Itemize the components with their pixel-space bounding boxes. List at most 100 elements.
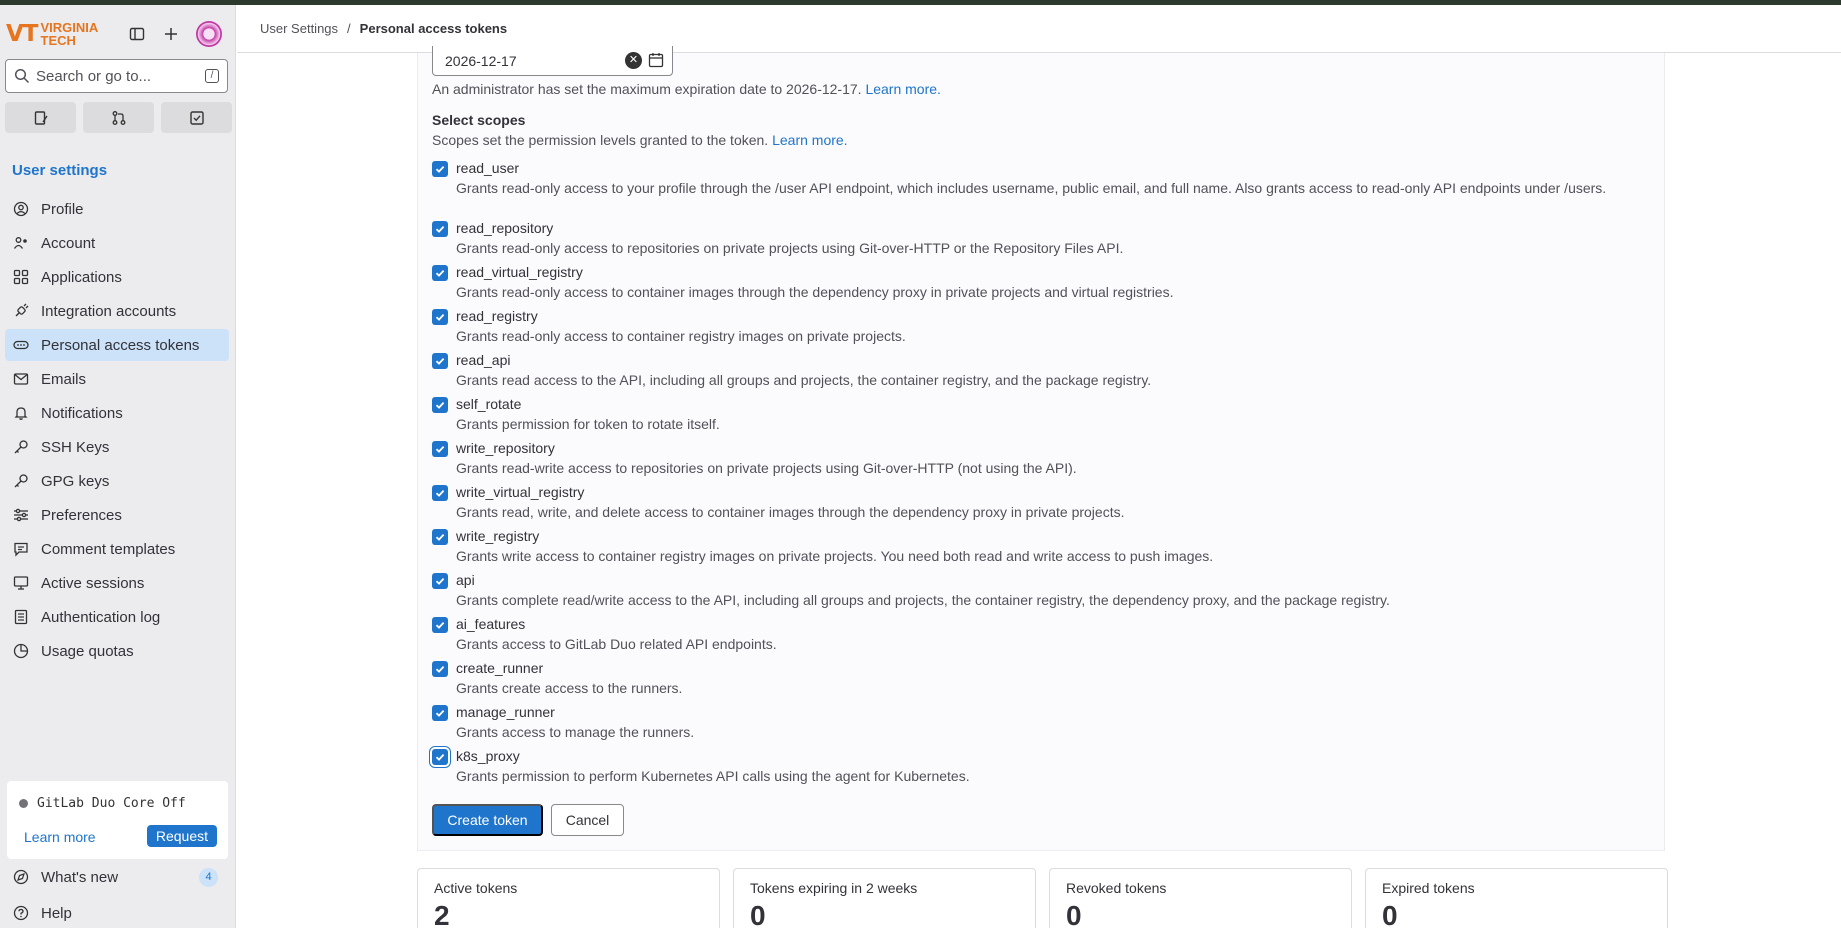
scope-name: read_api: [456, 352, 511, 368]
checkmark-icon: [435, 753, 445, 761]
search-input[interactable]: Search or go to... /: [5, 59, 228, 93]
todo-button[interactable]: [161, 102, 232, 133]
checkmark-icon: [435, 665, 445, 673]
sidebar-item-label: Notifications: [41, 404, 123, 422]
sidebar-item-applications[interactable]: Applications: [5, 261, 229, 293]
scope-description: Grants read-only access to container reg…: [456, 328, 906, 344]
scope-description: Grants write access to container registr…: [456, 548, 1214, 564]
sidebar: VT VIRGINIA TECH Search or go to... / Us…: [0, 5, 236, 928]
sidebar-header: VT VIRGINIA TECH: [6, 15, 232, 53]
scope-checkbox[interactable]: [432, 705, 448, 721]
monitor-icon: [13, 575, 29, 591]
log-icon: [13, 609, 29, 625]
scopes-description: Scopes set the permission levels granted…: [432, 132, 848, 148]
breadcrumb-parent[interactable]: User Settings: [260, 21, 338, 36]
scopes-title: Select scopes: [432, 112, 526, 128]
scope-checkbox[interactable]: [432, 749, 448, 765]
create-token-button[interactable]: Create token: [432, 804, 543, 836]
brand-logo[interactable]: VT VIRGINIA TECH: [6, 21, 98, 47]
scope-checkbox[interactable]: [432, 529, 448, 545]
scope-description: Grants permission to perform Kubernetes …: [456, 768, 970, 784]
scope-checkbox[interactable]: [432, 441, 448, 457]
merge-request-icon: [112, 110, 125, 125]
checkmark-icon: [435, 489, 445, 497]
whats-new-count-badge: 4: [199, 867, 218, 887]
checkmark-icon: [435, 401, 445, 409]
sidebar-section-title: User settings: [12, 162, 108, 179]
brand-mark: VT: [6, 21, 38, 47]
expiration-learn-more-link[interactable]: Learn more.: [865, 81, 940, 97]
scope-checkbox[interactable]: [432, 265, 448, 281]
scope-checkbox[interactable]: [432, 397, 448, 413]
help-button[interactable]: Help: [5, 898, 229, 928]
email-icon: [13, 371, 29, 387]
compass-icon: [13, 869, 29, 885]
expiration-note: An administrator has set the maximum exp…: [432, 81, 941, 97]
sidebar-item-notifications[interactable]: Notifications: [5, 397, 229, 429]
whats-new-button[interactable]: What's new 4: [5, 862, 229, 892]
scope-description: Grants complete read/write access to the…: [456, 592, 1390, 608]
scope-description: Grants access to manage the runners.: [456, 724, 695, 740]
quota-icon: [13, 643, 29, 659]
stat-value: 0: [1382, 900, 1398, 928]
checkmark-icon: [435, 621, 445, 629]
sidebar-item-authentication-log[interactable]: Authentication log: [5, 601, 229, 633]
scope-description: Grants permission for token to rotate it…: [456, 416, 720, 432]
scope-checkbox[interactable]: [432, 661, 448, 677]
sidebar-item-usage-quotas[interactable]: Usage quotas: [5, 635, 229, 667]
stat-value: 0: [750, 900, 766, 928]
sidebar-item-label: SSH Keys: [41, 438, 110, 456]
scope-checkbox[interactable]: [432, 309, 448, 325]
scope-name: read_virtual_registry: [456, 264, 583, 280]
brand-name: VIRGINIA TECH: [40, 20, 99, 48]
sidebar-item-comment-templates[interactable]: Comment templates: [5, 533, 229, 565]
sidebar-item-gpg-keys[interactable]: GPG keys: [5, 465, 229, 497]
search-icon: [14, 68, 30, 84]
sidebar-item-emails[interactable]: Emails: [5, 363, 229, 395]
sidebar-item-account[interactable]: Account: [5, 227, 229, 259]
checkmark-icon: [435, 269, 445, 277]
scope-name: write_repository: [456, 440, 555, 456]
scope-name: k8s_proxy: [456, 748, 520, 764]
stat-card-expiring: Tokens expiring in 2 weeks 0: [733, 868, 1036, 928]
clear-icon[interactable]: ✕: [625, 52, 642, 69]
plus-icon[interactable]: [162, 25, 180, 43]
expiration-date-value: 2026-12-17: [445, 52, 517, 69]
scope-name: read_registry: [456, 308, 538, 324]
scopes-learn-more-link[interactable]: Learn more.: [772, 132, 847, 148]
scope-checkbox[interactable]: [432, 161, 448, 177]
toggle-sidebar-icon[interactable]: [128, 25, 146, 43]
scope-name: write_registry: [456, 528, 540, 544]
issues-button[interactable]: [5, 102, 76, 133]
sidebar-item-ssh-keys[interactable]: SSH Keys: [5, 431, 229, 463]
merge-requests-button[interactable]: [83, 102, 154, 133]
sidebar-item-integration-accounts[interactable]: Integration accounts: [5, 295, 229, 327]
sidebar-item-label: Authentication log: [41, 608, 161, 626]
user-avatar[interactable]: [196, 21, 222, 47]
sidebar-item-active-sessions[interactable]: Active sessions: [5, 567, 229, 599]
sidebar-item-personal-access-tokens[interactable]: Personal access tokens: [5, 329, 229, 361]
sidebar-item-profile[interactable]: Profile: [5, 193, 229, 225]
breadcrumb-separator: /: [347, 21, 351, 36]
sidebar-item-label: Integration accounts: [41, 302, 177, 320]
scope-checkbox[interactable]: [432, 353, 448, 369]
stat-value: 0: [1066, 900, 1082, 928]
checkmark-icon: [435, 313, 445, 321]
sidebar-item-preferences[interactable]: Preferences: [5, 499, 229, 531]
integration-icon: [13, 303, 29, 319]
scope-checkbox[interactable]: [432, 485, 448, 501]
whats-new-label: What's new: [41, 868, 119, 886]
expiration-date-input[interactable]: 2026-12-17 ✕: [432, 46, 673, 76]
checkmark-icon: [435, 709, 445, 717]
key-icon: [13, 439, 29, 455]
breadcrumb-current[interactable]: Personal access tokens: [360, 21, 507, 36]
cancel-button[interactable]: Cancel: [551, 804, 624, 836]
duo-learn-more-link[interactable]: Learn more: [24, 829, 96, 845]
scope-checkbox[interactable]: [432, 221, 448, 237]
duo-request-button[interactable]: Request: [146, 825, 217, 847]
calendar-icon[interactable]: [648, 52, 664, 68]
scope-checkbox[interactable]: [432, 617, 448, 633]
scope-checkbox[interactable]: [432, 573, 448, 589]
status-dot-icon: [19, 799, 28, 808]
scope-name: read_user: [456, 160, 520, 176]
